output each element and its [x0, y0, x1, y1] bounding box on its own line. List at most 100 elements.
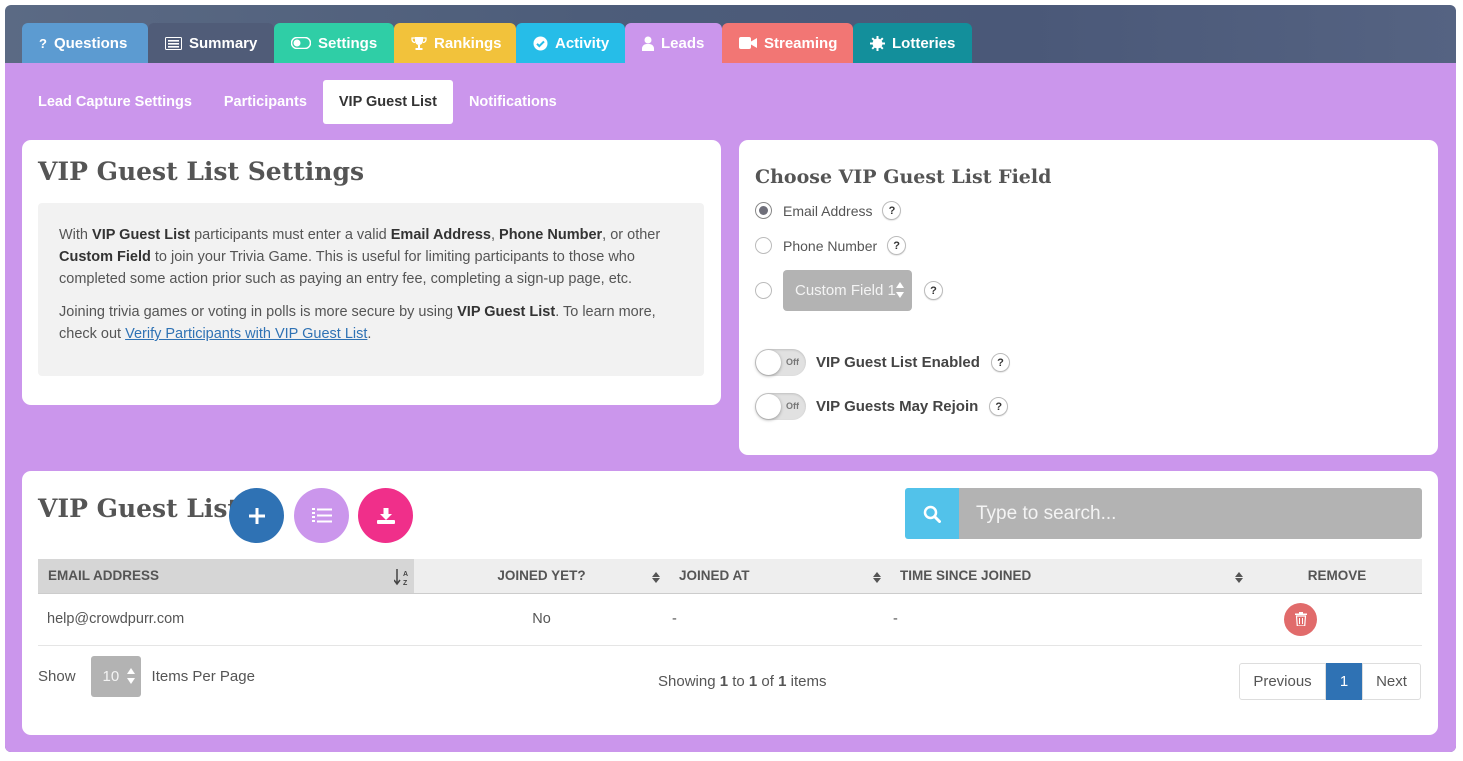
- info-paragraph: Joining trivia games or voting in polls …: [59, 304, 656, 342]
- option-email: Email Address ?: [755, 201, 902, 220]
- subtab-lead-capture-settings[interactable]: Lead Capture Settings: [22, 80, 208, 124]
- tab-activity[interactable]: Activity: [516, 23, 625, 63]
- tab-label: Streaming: [764, 34, 838, 52]
- page-size-control: Show 10 Items Per Page: [38, 656, 255, 697]
- custom-field-select[interactable]: Custom Field 1: [783, 270, 912, 311]
- check-circle-icon: [533, 36, 548, 51]
- cell-time-since: -: [890, 593, 1252, 646]
- gear-icon: [870, 35, 885, 51]
- sort-icon: [652, 572, 661, 583]
- top-tab-bar: ? Questions Summary Settings Rankings Ac…: [22, 23, 972, 63]
- svg-text:Z: Z: [403, 580, 408, 586]
- guest-table: EMAIL ADDRESS AZ JOINED YET? JOINED AT T…: [38, 559, 1422, 646]
- tab-summary[interactable]: Summary: [148, 23, 274, 63]
- tab-label: Rankings: [434, 34, 502, 52]
- option-label: Phone Number: [783, 237, 878, 254]
- help-icon[interactable]: ?: [887, 236, 907, 255]
- tab-lotteries[interactable]: Lotteries: [853, 23, 972, 63]
- toggle-label: VIP Guest List Enabled: [816, 354, 980, 371]
- vip-rejoin-row: Off VIP Guests May Rejoin ?: [755, 393, 1009, 420]
- tab-label: Settings: [318, 34, 378, 52]
- vip-enabled-toggle[interactable]: Off: [755, 349, 806, 376]
- list-icon: [165, 36, 182, 50]
- col-remove: REMOVE: [1252, 559, 1422, 594]
- panel-title: VIP Guest List: [38, 494, 240, 523]
- email-radio[interactable]: [755, 202, 772, 219]
- tab-settings[interactable]: Settings: [274, 23, 394, 63]
- tab-streaming[interactable]: Streaming: [722, 23, 853, 63]
- page-1-button[interactable]: 1: [1326, 663, 1362, 700]
- tab-label: Leads: [661, 34, 705, 52]
- toggle-knob: [756, 394, 781, 419]
- toggle-label: VIP Guests May Rejoin: [816, 398, 979, 415]
- vip-info-box: With VIP Guest List participants must en…: [38, 203, 704, 376]
- info-paragraph: With VIP Guest List participants must en…: [59, 227, 661, 287]
- import-list-button[interactable]: [294, 488, 349, 543]
- custom-radio[interactable]: [755, 282, 772, 299]
- plus-icon: [248, 507, 265, 524]
- app-frame: ? Questions Summary Settings Rankings Ac…: [5, 5, 1456, 752]
- select-value: 10: [102, 668, 120, 685]
- sort-az-icon: AZ: [393, 568, 410, 589]
- vip-list-panel: VIP Guest List EMAIL A: [22, 471, 1438, 735]
- search-button[interactable]: [905, 488, 959, 539]
- tab-rankings[interactable]: Rankings: [394, 23, 516, 63]
- toggle-knob: [756, 350, 781, 375]
- download-list-button[interactable]: [358, 488, 413, 543]
- add-guest-button[interactable]: [229, 488, 284, 543]
- help-icon[interactable]: ?: [990, 353, 1010, 372]
- showing-summary: Showing 1 to 1 of 1 items: [658, 673, 827, 690]
- leads-content: Lead Capture Settings Participants VIP G…: [5, 63, 1456, 752]
- video-camera-icon: [739, 37, 757, 49]
- chevron-updown-icon: [126, 668, 135, 684]
- chevron-updown-icon: [896, 282, 904, 298]
- trash-icon: [1294, 612, 1307, 626]
- page-size-select[interactable]: 10: [90, 656, 141, 697]
- remove-guest-button[interactable]: [1284, 602, 1317, 636]
- next-page-button[interactable]: Next: [1362, 663, 1421, 700]
- table-row: help@crowdpurr.com No - -: [38, 593, 1422, 646]
- vip-settings-panel: VIP Guest List Settings With VIP Guest L…: [22, 140, 721, 405]
- tab-questions[interactable]: ? Questions: [22, 23, 148, 63]
- subtab-vip-guest-list[interactable]: VIP Guest List: [322, 80, 453, 124]
- subtab-notifications[interactable]: Notifications: [453, 80, 573, 124]
- sub-tab-bar: Lead Capture Settings Participants VIP G…: [22, 80, 573, 124]
- panel-title: Choose VIP Guest List Field: [755, 166, 1052, 188]
- toggle-icon: [291, 37, 311, 49]
- cell-joined: No: [414, 593, 669, 646]
- guest-search: [905, 488, 1422, 539]
- svg-text:A: A: [403, 571, 408, 578]
- subtab-participants[interactable]: Participants: [208, 80, 323, 124]
- vip-enabled-row: Off VIP Guest List Enabled ?: [755, 349, 1010, 376]
- show-label: Show: [38, 668, 76, 685]
- col-email[interactable]: EMAIL ADDRESS AZ: [38, 559, 414, 594]
- option-phone: Phone Number ?: [755, 236, 907, 255]
- option-label: Email Address: [783, 202, 873, 219]
- search-input[interactable]: [959, 488, 1422, 539]
- cell-remove: [1252, 593, 1422, 646]
- download-icon: [376, 507, 395, 524]
- panel-title: VIP Guest List Settings: [38, 157, 365, 186]
- pagination: Previous 1 Next: [1239, 663, 1421, 700]
- select-value: Custom Field 1: [795, 282, 896, 299]
- tab-label: Lotteries: [892, 34, 956, 52]
- numbered-list-icon: [311, 507, 332, 522]
- cell-joined-at: -: [669, 593, 890, 646]
- col-time-since[interactable]: TIME SINCE JOINED: [890, 559, 1252, 594]
- phone-radio[interactable]: [755, 237, 772, 254]
- help-icon[interactable]: ?: [882, 201, 902, 220]
- choose-field-panel: Choose VIP Guest List Field Email Addres…: [739, 140, 1438, 455]
- toggle-state: Off: [786, 357, 799, 367]
- help-icon[interactable]: ?: [924, 281, 943, 300]
- col-joined-at[interactable]: JOINED AT: [669, 559, 890, 594]
- help-icon[interactable]: ?: [989, 397, 1009, 416]
- col-joined-yet[interactable]: JOINED YET?: [414, 559, 669, 594]
- vip-rejoin-toggle[interactable]: Off: [755, 393, 806, 420]
- previous-page-button[interactable]: Previous: [1239, 663, 1326, 700]
- tab-leads[interactable]: Leads: [625, 23, 722, 63]
- items-per-page-label: Items Per Page: [151, 668, 255, 685]
- verify-participants-link[interactable]: Verify Participants with VIP Guest List: [125, 326, 367, 342]
- user-icon: [642, 36, 654, 51]
- tab-label: Activity: [555, 34, 610, 52]
- question-icon: ?: [39, 35, 47, 51]
